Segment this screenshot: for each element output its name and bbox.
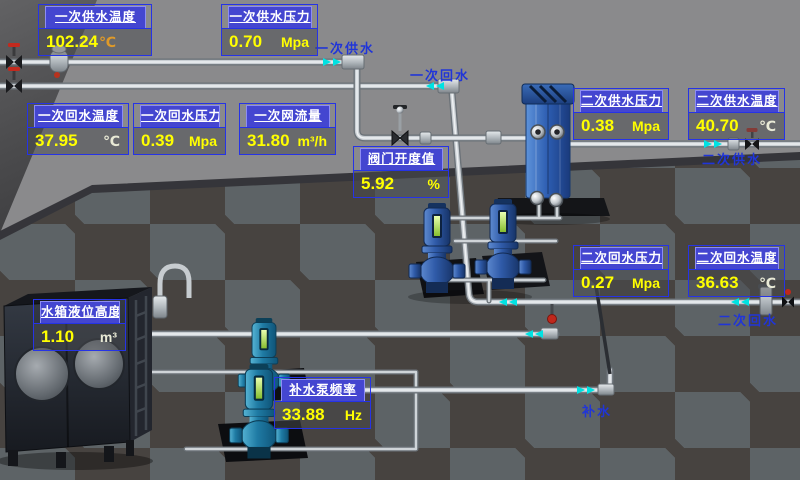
gauge-label: 二次供水压力 <box>580 90 663 112</box>
gauge-unit: m³ <box>100 329 117 345</box>
gauge-primary-return-temp: 一次回水温度 37.95 ℃ <box>27 103 129 155</box>
gauge-label: 二次回水温度 <box>695 247 779 269</box>
gauge-unit: Hz <box>345 407 362 423</box>
gauge-primary-supply-pressure: 一次供水压力 0.70 Mpa <box>221 4 318 56</box>
gauge-value: 37.95 <box>35 131 78 151</box>
plant-scene <box>0 0 800 480</box>
gauge-value: 0.27 <box>581 273 614 293</box>
hx-port <box>550 194 563 207</box>
gauge-unit: ℃ <box>759 118 776 135</box>
gauge-unit: ℃ <box>759 275 776 292</box>
gauge-value: 36.63 <box>696 273 739 293</box>
gauge-secondary-supply-temp: 二次供水温度 40.70 ℃ <box>688 88 785 140</box>
pipe-label-primary-supply: 一次供水 <box>315 38 375 57</box>
gauge-value: 5.92 <box>361 174 394 194</box>
drain-valve[interactable] <box>548 304 557 324</box>
gauge-unit: m³/h <box>297 133 327 149</box>
gauge-label: 水箱液位高度 <box>40 301 120 323</box>
gauge-value: 1.10 <box>41 327 74 347</box>
gauge-primary-flow: 一次网流量 31.80 m³/h <box>239 103 336 155</box>
gauge-label: 一次网流量 <box>246 105 330 127</box>
pipe-label-secondary-supply: 二次供水 <box>702 149 762 168</box>
gauge-label: 阀门开度值 <box>360 148 443 170</box>
hmi-heating-station-screen: 一次供水温度 102.24 ℃ 一次供水压力 0.70 Mpa 一次回水温度 3… <box>0 0 800 480</box>
gauge-label: 补水泵频率 <box>281 379 365 401</box>
gauge-value: 33.88 <box>282 405 325 425</box>
gauge-value: 102.24 <box>46 32 98 52</box>
pipe-label-secondary-return: 二次回水 <box>718 310 778 329</box>
gauge-tank-level: 水箱液位高度 1.10 m³ <box>33 299 126 351</box>
gauge-unit: Mpa <box>281 34 309 50</box>
gauge-secondary-return-pressure: 二次回水压力 0.27 Mpa <box>573 245 669 297</box>
gauge-label: 二次回水压力 <box>580 247 663 269</box>
gauge-makeup-pump-frequency: 补水泵频率 33.88 Hz <box>274 377 371 429</box>
gauge-value: 0.38 <box>581 116 614 136</box>
pipe-label-primary-return: 一次回水 <box>410 65 470 84</box>
gauge-value: 40.70 <box>696 116 739 136</box>
gauge-unit: Mpa <box>632 118 660 134</box>
pipe-label-makeup-water: 补水 <box>582 401 612 420</box>
gauge-value: 31.80 <box>247 131 290 151</box>
gauge-secondary-return-temp: 二次回水温度 36.63 ℃ <box>688 245 785 297</box>
gauge-valve-opening: 阀门开度值 5.92 % <box>353 146 449 198</box>
gauge-label: 一次回水压力 <box>140 105 220 127</box>
gauge-unit: Mpa <box>632 275 660 291</box>
gauge-secondary-supply-pressure: 二次供水压力 0.38 Mpa <box>573 88 669 140</box>
gauge-label: 一次回水温度 <box>34 105 123 127</box>
tank-manhole <box>15 347 69 401</box>
gauge-unit: ℃ <box>99 34 116 51</box>
gauge-label: 二次供水温度 <box>695 90 779 112</box>
plate-heat-exchanger[interactable] <box>522 84 574 207</box>
gauge-value: 0.70 <box>229 32 262 52</box>
gauge-primary-return-pressure: 一次回水压力 0.39 Mpa <box>133 103 226 155</box>
gauge-unit: % <box>428 176 440 192</box>
water-tank[interactable] <box>4 266 189 468</box>
gauge-label: 一次供水压力 <box>228 6 312 28</box>
gauge-label: 一次供水温度 <box>45 6 146 28</box>
gauge-value: 0.39 <box>141 131 174 151</box>
gauge-primary-supply-temp: 一次供水温度 102.24 ℃ <box>38 4 152 56</box>
hx-port <box>531 192 544 205</box>
gauge-unit: Mpa <box>189 133 217 149</box>
gauge-unit: ℃ <box>103 133 120 150</box>
